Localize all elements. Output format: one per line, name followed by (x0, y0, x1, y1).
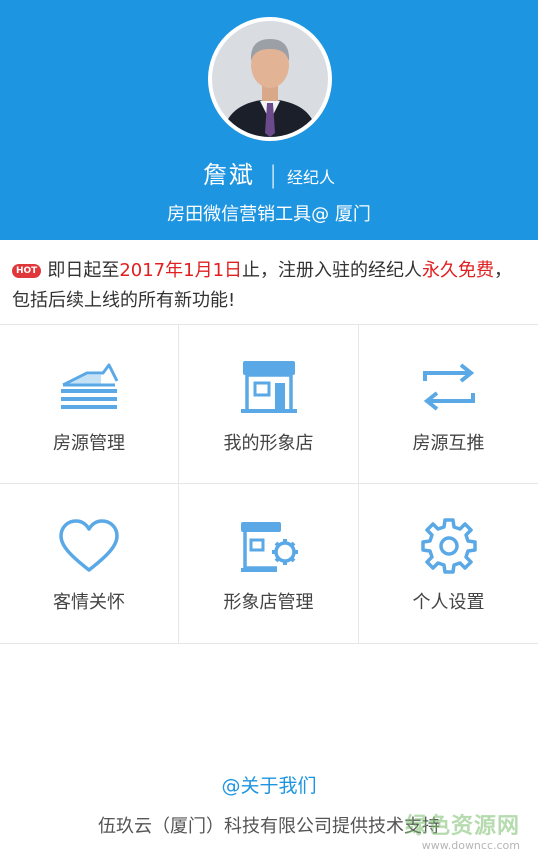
user-name: 詹斌 (202, 161, 255, 189)
name-row: 詹斌 | 经纪人 (0, 155, 538, 190)
avatar[interactable] (208, 17, 332, 141)
watermark-text: 绿色资源网 (404, 814, 520, 839)
profile-header: 詹斌 | 经纪人 房田微信营销工具@ 厦门 (0, 0, 538, 240)
menu-item-customer-care[interactable]: 客情关怀 (0, 484, 179, 643)
watermark: 绿色资源网 www.downcc.com (405, 815, 520, 853)
swap-arrows-icon (422, 363, 475, 411)
gear-icon (420, 518, 477, 574)
notice-date: 2017年1月1日 (119, 260, 243, 281)
menu-label: 我的形象店 (223, 433, 314, 454)
menu-item-listings[interactable]: 房源管理 (0, 325, 179, 484)
menu-label: 房源互推 (412, 433, 485, 454)
promo-notice: HOT 即日起至2017年1月1日止，注册入驻的经纪人永久免费，包括后续上线的所有… (12, 256, 528, 316)
notice-text-2: 止，注册入驻的经纪人 (242, 260, 423, 281)
hot-badge: HOT (12, 264, 42, 278)
menu-item-store-management[interactable]: 形象店管理 (179, 484, 359, 643)
feature-grid: 房源管理 我的形象店 房源互推 客情关怀 形象店管理 个人设置 (0, 324, 538, 644)
menu-label: 房源管理 (53, 433, 125, 454)
header-subtitle: 房田微信营销工具@ 厦门 (167, 204, 371, 225)
store-gear-icon (240, 522, 298, 572)
menu-label: 个人设置 (412, 592, 485, 613)
menu-label: 客情关怀 (53, 592, 125, 613)
heart-icon (59, 519, 119, 572)
name-separator: | (268, 161, 278, 189)
notice-highlight: 永久免费 (422, 260, 495, 281)
menu-item-my-store[interactable]: 我的形象店 (179, 325, 359, 484)
notice-text-1: 即日起至 (47, 260, 120, 281)
watermark-url: www.downcc.com (421, 839, 520, 852)
menu-item-personal-settings[interactable]: 个人设置 (359, 484, 538, 643)
menu-item-cross-promote[interactable]: 房源互推 (359, 325, 538, 484)
house-list-icon (61, 363, 119, 409)
menu-label: 形象店管理 (223, 592, 314, 613)
storefront-icon (240, 361, 297, 413)
about-us-link[interactable]: @关于我们 (0, 771, 538, 798)
user-role: 经纪人 (287, 168, 336, 187)
avatar-photo (212, 21, 328, 137)
